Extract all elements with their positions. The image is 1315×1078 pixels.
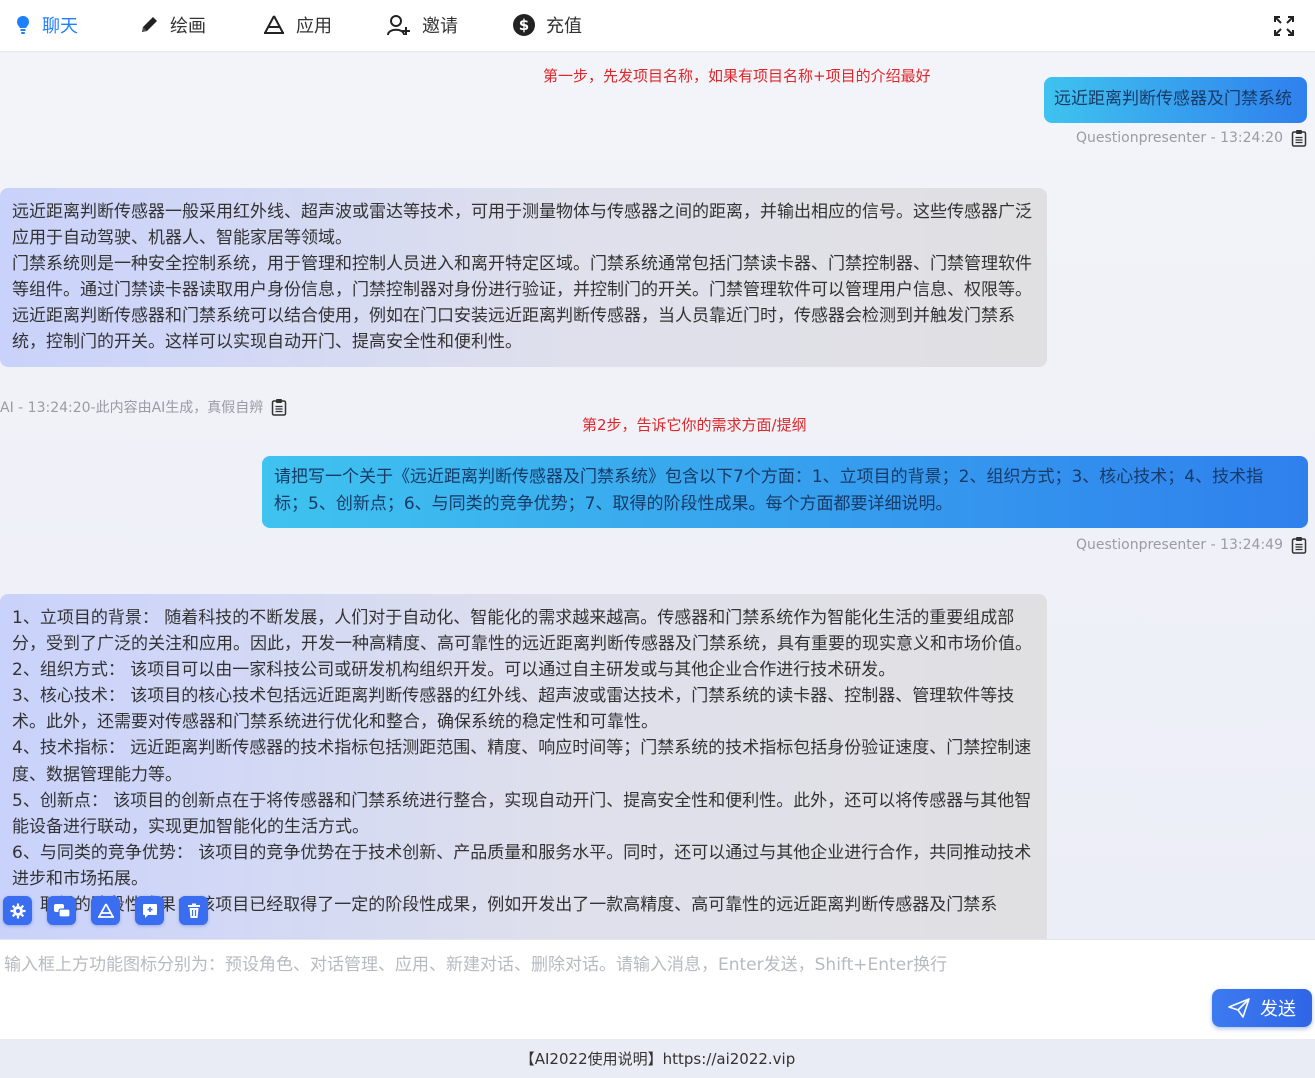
invite-user-icon [387, 15, 410, 36]
copy-clipboard-icon[interactable] [271, 398, 287, 416]
top-navigation: 聊天 绘画 应用 邀请 $ 充值 [0, 0, 1315, 52]
delete-conversation-button[interactable] [179, 896, 208, 925]
message-input-area: 发送 [0, 939, 1315, 1039]
new-conversation-button[interactable] [135, 896, 164, 925]
ai-message-2: 1、立项目的背景： 随着科技的不断发展，人们对于自动化、智能化的需求越来越高。传… [0, 594, 1047, 939]
user-message-1: 远近距离判断传感器及门禁系统 [1044, 77, 1307, 123]
nav-label-chat: 聊天 [42, 16, 78, 37]
dollar-icon: $ [513, 14, 535, 36]
annotation-step-2: 第2步，告诉它你的需求方面/提纲 [582, 416, 807, 434]
nav-item-invite[interactable]: 邀请 [386, 0, 458, 50]
message-meta-text: Questionpresenter - 13:24:20 [1075, 130, 1283, 146]
gear-icon [10, 903, 25, 918]
chat-bubbles-icon [53, 903, 71, 918]
chat-area[interactable]: 第一步，先发项目名称，如果有项目名称+项目的介绍最好 远近距离判断传感器及门禁系… [0, 53, 1315, 939]
preset-role-button[interactable] [3, 896, 32, 925]
message-meta-text: Questionpresenter - 13:24:49 [1075, 537, 1283, 553]
ai-message-meta: AI - 13:24:20-此内容由AI生成，真假自辨 [0, 397, 287, 417]
nav-label-invite: 邀请 [422, 16, 458, 37]
apps-button[interactable] [91, 896, 120, 925]
copy-clipboard-icon[interactable] [1291, 536, 1307, 554]
svg-text:$: $ [519, 16, 529, 34]
ai-message-1: 远近距离判断传感器一般采用红外线、超声波或雷达等技术，可用于测量物体与传感器之间… [0, 188, 1047, 367]
ai-paragraph: 远近距离判断传感器一般采用红外线、超声波或雷达等技术，可用于测量物体与传感器之间… [12, 202, 1032, 249]
nav-item-recharge[interactable]: $ 充值 [512, 0, 582, 50]
user-message-text: 请把写一个关于《远近距离判断传感器及门禁系统》包含以下7个方面：1、立项目的背景… [274, 467, 1264, 514]
user-message-meta: Questionpresenter - 13:24:49 [1076, 536, 1307, 554]
ai-paragraph: 1、立项目的背景： 随着科技的不断发展，人们对于自动化、智能化的需求越来越高。传… [12, 608, 1032, 655]
nav-label-apps: 应用 [296, 16, 332, 37]
user-message-2: 请把写一个关于《远近距离判断传感器及门禁系统》包含以下7个方面：1、立项目的背景… [262, 456, 1308, 528]
nav-item-draw[interactable]: 绘画 [138, 0, 206, 50]
user-message-meta: Questionpresenter - 13:24:20 [1076, 129, 1307, 147]
send-button-label: 发送 [1260, 999, 1296, 1020]
user-message-text: 远近距离判断传感器及门禁系统 [1054, 89, 1292, 109]
conversation-manage-button[interactable] [47, 896, 76, 925]
ai-paragraph: 5、创新点： 该项目的创新点在于将传感器和门禁系统进行整合，实现自动开门、提高安… [12, 790, 1032, 837]
trash-icon [187, 903, 200, 918]
send-button[interactable]: 发送 [1212, 989, 1312, 1027]
nav-label-recharge: 充值 [546, 16, 582, 37]
ai-paragraph: 6、与同类的竞争优势： 该项目的竞争优势在于技术创新、产品质量和服务水平。同时，… [12, 842, 1032, 889]
fullscreen-icon[interactable] [1273, 15, 1295, 37]
input-toolbar [3, 896, 208, 928]
lightbulb-icon [17, 16, 29, 34]
ai-paragraph: 4、技术指标： 远近距离判断传感器的技术指标包括测距范围、精度、响应时间等；门禁… [12, 738, 1032, 785]
footer-link[interactable]: 【AI2022使用说明】https://ai2022.vip [520, 1048, 796, 1069]
paper-plane-icon [1228, 998, 1250, 1018]
ai-paragraph: 远近距离判断传感器和门禁系统可以结合使用，例如在门口安装远近距离判断传感器，当人… [12, 306, 1015, 353]
message-meta-text: AI - 13:24:20-此内容由AI生成，真假自辨 [0, 400, 264, 416]
nav-label-draw: 绘画 [170, 16, 206, 37]
annotation-step-1: 第一步，先发项目名称，如果有项目名称+项目的介绍最好 [543, 67, 931, 85]
footer: 【AI2022使用说明】https://ai2022.vip [0, 1039, 1315, 1078]
message-input[interactable] [0, 940, 1315, 988]
nav-item-chat[interactable]: 聊天 [14, 0, 78, 50]
nav-item-apps[interactable]: 应用 [262, 0, 332, 50]
apps-icon [264, 15, 284, 34]
ai-paragraph: 门禁系统则是一种安全控制系统，用于管理和控制人员进入和离开特定区域。门禁系统通常… [12, 254, 1032, 301]
copy-clipboard-icon[interactable] [1291, 129, 1307, 147]
apps-icon [97, 903, 114, 918]
ai-paragraph: 3、核心技术： 该项目的核心技术包括远近距离判断传感器的红外线、超声波或雷达技术… [12, 686, 1015, 733]
new-chat-icon [142, 903, 157, 918]
ai-paragraph: 2、组织方式： 该项目可以由一家科技公司或研发机构组织开发。可以通过自主研发或与… [12, 660, 896, 681]
pencil-icon [142, 17, 157, 32]
